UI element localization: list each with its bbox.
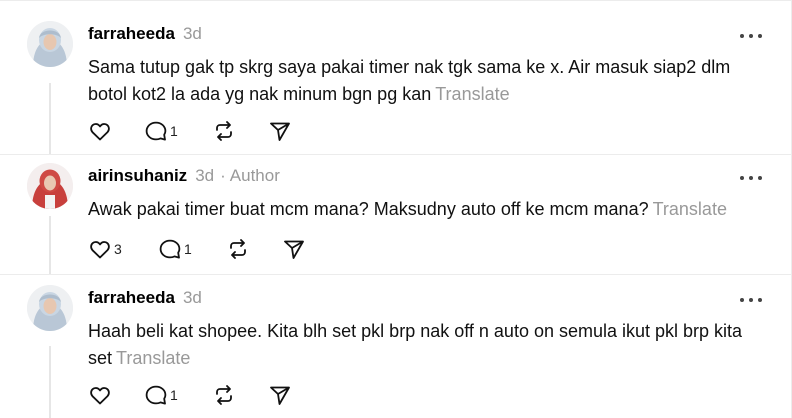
comment-body: Awak pakai timer buat mcm mana? Maksudny…	[88, 199, 649, 219]
timestamp[interactable]: 3d	[183, 24, 202, 43]
repost-icon	[216, 385, 232, 405]
comment-header: farraheeda 3d	[88, 288, 202, 308]
action-bar: 1	[88, 118, 328, 144]
comment-1: farraheeda 3d Sama tutup gak tp skrg saya…	[0, 16, 792, 154]
more-icon[interactable]	[740, 32, 764, 40]
share-button[interactable]	[268, 118, 292, 144]
separator-dot: ·	[220, 166, 226, 185]
comment-2: airinsuhaniz 3d · Author Awak pakai timer b…	[0, 158, 792, 274]
comment-header: farraheeda 3d	[88, 24, 202, 44]
top-border	[0, 0, 792, 1]
timestamp[interactable]: 3d	[195, 166, 214, 185]
comment-icon	[145, 385, 167, 405]
timestamp[interactable]: 3d	[183, 288, 202, 307]
repost-button[interactable]	[212, 382, 236, 408]
avatar[interactable]	[27, 21, 73, 67]
repost-icon	[230, 239, 246, 259]
like-button[interactable]	[88, 382, 114, 408]
heart-icon	[90, 241, 110, 259]
reply-count: 1	[170, 387, 178, 403]
comment-text: Sama tutup gak tp skrg saya pakai timer …	[88, 54, 768, 108]
translate-link[interactable]: Translate	[653, 199, 727, 219]
comment-icon	[159, 239, 181, 259]
reply-count: 1	[170, 123, 178, 139]
reply-count: 1	[184, 241, 192, 257]
avatar-red-hijab-image	[27, 163, 73, 209]
share-button[interactable]	[282, 236, 306, 262]
more-icon[interactable]	[740, 296, 764, 304]
translate-link[interactable]: Translate	[435, 84, 509, 104]
repost-button[interactable]	[226, 236, 250, 262]
avatar-hijab-image	[27, 285, 73, 331]
comment-icon	[145, 121, 167, 141]
comment-text: Haah beli kat shopee. Kita blh set pkl b…	[88, 318, 768, 372]
like-count: 3	[114, 241, 122, 257]
author-badge: Author	[229, 166, 280, 185]
action-bar: 3 1	[88, 236, 328, 262]
action-bar: 1	[88, 382, 328, 408]
username[interactable]: farraheeda	[88, 24, 175, 43]
thread-line	[49, 346, 51, 418]
more-icon[interactable]	[740, 174, 764, 182]
comment-text: Awak pakai timer buat mcm mana? Maksudny…	[88, 196, 768, 223]
translate-link[interactable]: Translate	[116, 348, 190, 368]
repost-icon	[216, 121, 232, 141]
comment-body: Sama tutup gak tp skrg saya pakai timer …	[88, 57, 731, 104]
avatar[interactable]	[27, 285, 73, 331]
heart-icon	[90, 387, 110, 405]
reply-button[interactable]: 1	[144, 382, 178, 408]
heart-icon	[90, 123, 110, 141]
like-button[interactable]	[88, 118, 114, 144]
thread-line	[49, 216, 51, 274]
divider	[0, 154, 792, 155]
comment-header: airinsuhaniz 3d · Author	[88, 166, 280, 186]
send-icon	[284, 240, 304, 259]
comment-3: farraheeda 3d Haah beli kat shopee. Kita …	[0, 280, 792, 418]
avatar-hijab-image	[27, 21, 73, 67]
send-icon	[270, 122, 290, 141]
username[interactable]: farraheeda	[88, 288, 175, 307]
divider	[0, 274, 792, 275]
thread-line	[49, 83, 51, 154]
repost-button[interactable]	[212, 118, 236, 144]
send-icon	[270, 386, 290, 405]
reply-button[interactable]: 1	[144, 118, 178, 144]
like-button[interactable]: 3	[88, 236, 122, 262]
avatar[interactable]	[27, 163, 73, 209]
username[interactable]: airinsuhaniz	[88, 166, 187, 185]
reply-button[interactable]: 1	[158, 236, 192, 262]
share-button[interactable]	[268, 382, 292, 408]
